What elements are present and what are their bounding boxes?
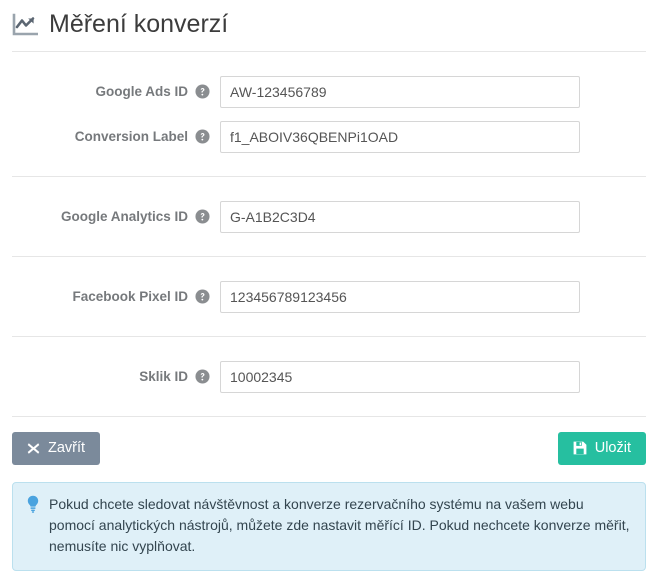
facebook-pixel-id-input[interactable]	[220, 280, 580, 313]
form-group-facebook-pixel: Facebook Pixel ID	[0, 257, 658, 336]
info-alert-text: Pokud chcete sledovat návštěvnost a konv…	[49, 495, 630, 554]
form-row-facebook-pixel-id: Facebook Pixel ID	[0, 274, 658, 319]
google-analytics-id-input[interactable]	[220, 200, 580, 233]
form-row-google-ads-id: Google Ads ID	[0, 69, 658, 114]
control-google-analytics-id	[220, 200, 658, 233]
save-button[interactable]: Uložit	[557, 432, 646, 465]
form-group-google-analytics: Google Analytics ID	[0, 177, 658, 256]
save-button-label: Uložit	[594, 440, 631, 456]
label-google-analytics-id-text: Google Analytics ID	[60, 209, 188, 224]
google-ads-id-input[interactable]	[220, 75, 580, 108]
conversion-tracking-panel: Měření konverzí Google Ads ID Co	[0, 0, 658, 575]
label-sklik-id-text: Sklik ID	[139, 369, 188, 384]
close-button[interactable]: Zavřít	[12, 432, 101, 465]
label-conversion-label: Conversion Label	[0, 129, 220, 145]
label-google-ads-id-text: Google Ads ID	[95, 84, 188, 99]
question-circle-icon[interactable]	[195, 369, 210, 385]
close-button-label: Zavřít	[48, 440, 86, 456]
info-alert: Pokud chcete sledovat návštěvnost a konv…	[12, 481, 646, 571]
floppy-disk-icon	[573, 441, 587, 455]
label-facebook-pixel-id-text: Facebook Pixel ID	[72, 289, 188, 304]
label-sklik-id: Sklik ID	[0, 369, 220, 385]
control-conversion-label	[220, 120, 658, 153]
conversion-label-input[interactable]	[220, 120, 580, 153]
sklik-id-input[interactable]	[220, 360, 580, 393]
question-circle-icon[interactable]	[195, 289, 210, 305]
times-icon	[27, 442, 40, 455]
form-row-sklik-id: Sklik ID	[0, 354, 658, 399]
control-facebook-pixel-id	[220, 280, 658, 313]
form-row-google-analytics-id: Google Analytics ID	[0, 194, 658, 239]
control-sklik-id	[220, 360, 658, 393]
form-group-google-ads: Google Ads ID Conversion Label	[0, 52, 658, 176]
question-circle-icon[interactable]	[195, 129, 210, 145]
question-circle-icon[interactable]	[195, 209, 210, 225]
label-google-ads-id: Google Ads ID	[0, 84, 220, 100]
form-group-sklik: Sklik ID	[0, 337, 658, 416]
page-title: Měření konverzí	[49, 10, 229, 39]
chart-line-icon	[12, 13, 49, 37]
label-conversion-label-text: Conversion Label	[74, 129, 188, 144]
page-header: Měření konverzí	[0, 0, 658, 51]
footer-actions: Zavřít Uložit	[0, 417, 658, 479]
control-google-ads-id	[220, 75, 658, 108]
label-facebook-pixel-id: Facebook Pixel ID	[0, 289, 220, 305]
label-google-analytics-id: Google Analytics ID	[0, 209, 220, 225]
question-circle-icon[interactable]	[195, 84, 210, 100]
form-row-conversion-label: Conversion Label	[0, 114, 658, 159]
lightbulb-icon	[26, 494, 40, 518]
